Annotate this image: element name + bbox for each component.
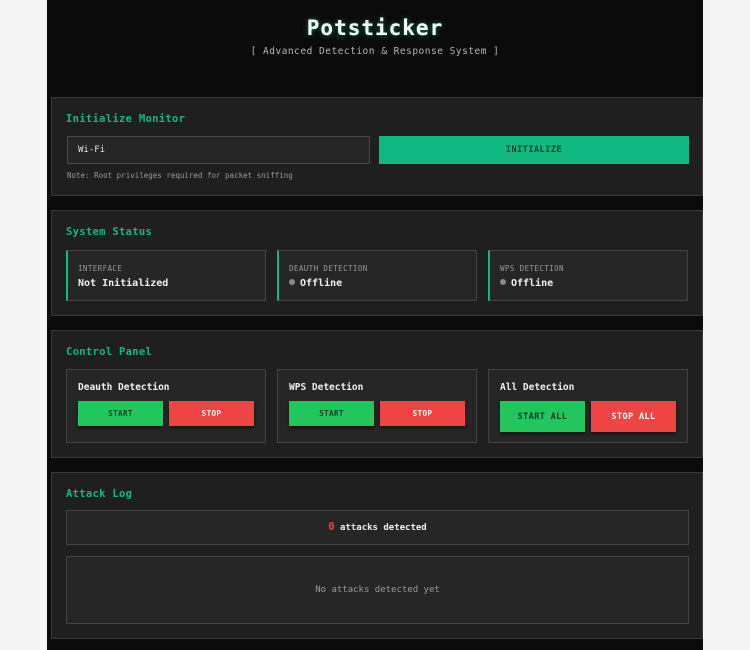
empty-log-message: No attacks detected yet [315,585,440,595]
attack-log-panel: Attack Log 0 attacks detected No attacks… [51,472,703,639]
control-group-label: Deauth Detection [78,382,170,393]
panel-title: Control Panel [66,346,153,358]
all-control-group: All Detection START ALL STOP ALL [488,369,688,443]
attack-count-label: attacks detected [340,523,427,533]
control-group-label: All Detection [500,382,575,393]
wps-start-button[interactable]: START [289,401,374,426]
status-value-row: Offline [289,278,342,289]
stop-all-button[interactable]: STOP ALL [591,401,676,432]
attack-count: 0 [328,521,335,533]
deauth-stop-button[interactable]: STOP [169,401,254,426]
status-card-wps: WPS DETECTION Offline [488,250,688,301]
status-value-row: Offline [500,278,553,289]
attack-log-list: No attacks detected yet [66,556,689,624]
app-subtitle: [ Advanced Detection & Response System ] [250,46,500,57]
status-label: INTERFACE [78,264,123,273]
app-window: Potsticker [ Advanced Detection & Respon… [47,0,703,650]
status-dot-icon [289,279,295,285]
panel-title: System Status [66,226,153,238]
wps-control-group: WPS Detection START STOP [277,369,477,443]
interface-input[interactable] [67,136,370,164]
status-dot-icon [500,279,506,285]
root-privileges-note: Note: Root privileges required for packe… [67,171,293,180]
start-all-button[interactable]: START ALL [500,401,585,432]
status-value: Offline [511,278,554,289]
deauth-control-group: Deauth Detection START STOP [66,369,266,443]
attack-count-bar: 0 attacks detected [66,510,689,545]
app-title: Potsticker [306,16,444,40]
status-card-deauth: DEAUTH DETECTION Offline [277,250,477,301]
status-value: Offline [300,278,343,289]
status-card-interface: INTERFACE Not Initialized [66,250,266,301]
panel-title: Initialize Monitor [66,113,186,125]
initialize-button[interactable]: INITIALIZE [379,136,689,164]
initialize-monitor-panel: Initialize Monitor INITIALIZE Note: Root… [51,97,703,196]
header: Potsticker [ Advanced Detection & Respon… [47,0,703,95]
control-panel: Control Panel Deauth Detection START STO… [51,330,703,458]
system-status-panel: System Status INTERFACE Not Initialized … [51,210,703,316]
status-value: Not Initialized [78,278,169,289]
control-group-label: WPS Detection [289,382,364,393]
status-label: WPS DETECTION [500,264,564,273]
wps-stop-button[interactable]: STOP [380,401,465,426]
deauth-start-button[interactable]: START [78,401,163,426]
panel-title: Attack Log [66,488,133,500]
status-label: DEAUTH DETECTION [289,264,368,273]
